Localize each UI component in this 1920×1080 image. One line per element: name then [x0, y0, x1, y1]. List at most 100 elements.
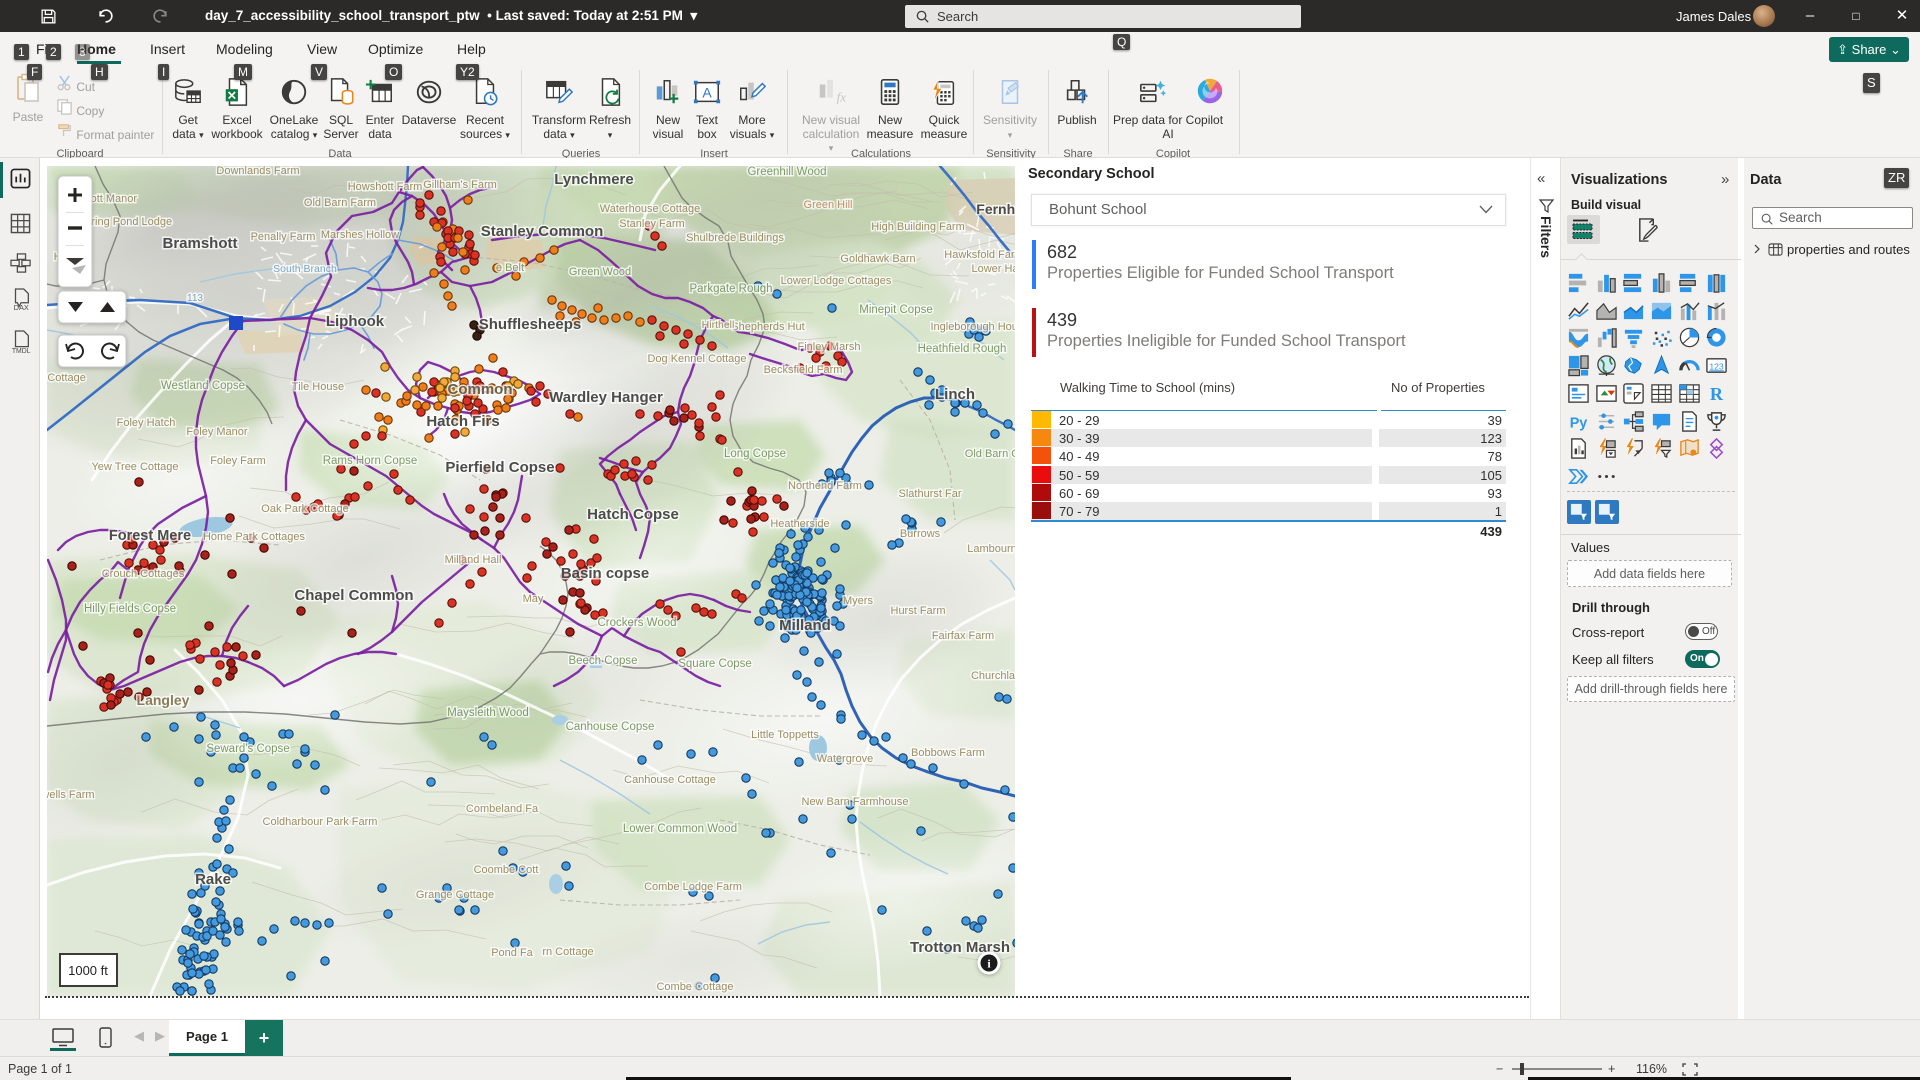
svg-text:Pierfield Copse: Pierfield Copse	[445, 459, 554, 476]
svg-text:Milland Hall: Milland Hall	[445, 554, 502, 566]
svg-text:fx: fx	[837, 89, 846, 104]
svg-text:Old Barn Farm: Old Barn Farm	[304, 197, 376, 209]
svg-text:New Barn Farmhouse: New Barn Farmhouse	[802, 796, 909, 808]
svg-text:Lower Common Wood: Lower Common Wood	[623, 823, 737, 835]
svg-text:Fairfax Farm: Fairfax Farm	[932, 630, 994, 642]
svg-text:Foley Hatch: Foley Hatch	[117, 417, 176, 429]
svg-text:wells Farm: wells Farm	[47, 789, 95, 801]
svg-text:Yew Tree Cottage: Yew Tree Cottage	[91, 461, 178, 473]
svg-text:Northend Farm: Northend Farm	[788, 480, 862, 492]
svg-text:Grange Cottage: Grange Cottage	[416, 889, 494, 901]
svg-text:Canhouse Cottage: Canhouse Cottage	[624, 774, 716, 786]
svg-text:123: 123	[1709, 361, 1724, 371]
svg-text:Stanley Farm: Stanley Farm	[619, 218, 684, 230]
svg-text:Crockers Wood: Crockers Wood	[597, 617, 676, 629]
svg-text:Canhouse Copse: Canhouse Copse	[566, 721, 655, 733]
svg-text:1000 ft: 1000 ft	[68, 963, 108, 978]
svg-text:Langley: Langley	[137, 692, 190, 708]
svg-text:Foley Farm: Foley Farm	[210, 455, 266, 467]
svg-text:Hawksfold Farm: Hawksfold Farm	[944, 249, 1015, 261]
svg-text:Common: Common	[448, 381, 513, 398]
svg-text:Py: Py	[1570, 415, 1588, 431]
svg-text:Coldharbour Park Farm: Coldharbour Park Farm	[263, 816, 378, 828]
svg-text:Parkgate Rough: Parkgate Rough	[689, 283, 772, 295]
svg-text:Hilly Fields Copse: Hilly Fields Copse	[84, 603, 176, 615]
svg-text:Wardley Hanger: Wardley Hanger	[549, 389, 663, 406]
svg-text:Hirthell: Hirthell	[702, 319, 735, 331]
svg-text:TMDL: TMDL	[12, 348, 31, 354]
svg-text:rn Cottage: rn Cottage	[542, 946, 593, 958]
svg-text:Combeland Fa: Combeland Fa	[466, 803, 539, 815]
svg-text:Pond Fa: Pond Fa	[491, 947, 533, 959]
svg-text:Hatch Firs: Hatch Firs	[426, 413, 499, 430]
svg-text:High Building Farm: High Building Farm	[871, 221, 965, 233]
svg-text:Long Copse: Long Copse	[724, 448, 786, 460]
svg-text:Liphook: Liphook	[326, 313, 385, 330]
svg-text:Square Copse: Square Copse	[678, 658, 752, 670]
svg-text:Ingleborough House: Ingleborough House	[930, 321, 1015, 333]
svg-text:South Branch: South Branch	[273, 263, 337, 275]
svg-text:Combe Lodge Farm: Combe Lodge Farm	[644, 881, 742, 893]
svg-text:Stanley Common: Stanley Common	[481, 223, 604, 240]
svg-text:Gillham's Farm: Gillham's Farm	[423, 179, 497, 191]
svg-text:Westland Copse: Westland Copse	[161, 380, 245, 392]
svg-text:Old Barn C: Old Barn C	[965, 448, 1015, 460]
svg-text:Green Hill: Green Hill	[804, 199, 853, 211]
svg-text:R: R	[1710, 384, 1724, 404]
svg-text:Tile House: Tile House	[292, 381, 344, 393]
svg-text:Coombe Cott: Coombe Cott	[474, 864, 539, 876]
svg-text:Penally Farm: Penally Farm	[251, 231, 316, 243]
svg-text:Waterhouse Cottage: Waterhouse Cottage	[600, 203, 700, 215]
svg-text:Shepherds Hut: Shepherds Hut	[731, 321, 804, 333]
svg-text:Linch: Linch	[935, 386, 975, 403]
svg-text:Little Toppetts: Little Toppetts	[751, 729, 819, 741]
svg-text:Rake: Rake	[195, 871, 231, 888]
svg-text:113: 113	[187, 293, 203, 304]
svg-text:Crouch Cottages: Crouch Cottages	[102, 568, 185, 580]
svg-text:Chapel Common: Chapel Common	[294, 587, 413, 604]
svg-text:Becksfield Farm: Becksfield Farm	[764, 364, 843, 376]
svg-text:Lambourn: Lambourn	[967, 543, 1015, 555]
svg-text:Maysleith Wood: Maysleith Wood	[447, 707, 529, 719]
svg-text:Shufflesheeps: Shufflesheeps	[479, 316, 582, 333]
svg-text:Bramshott: Bramshott	[162, 235, 237, 252]
svg-text:A: A	[702, 85, 712, 101]
svg-text:Basin copse: Basin copse	[561, 565, 649, 582]
svg-text:Bobbows Farm: Bobbows Farm	[911, 747, 985, 759]
svg-text:Rams Horn Copse: Rams Horn Copse	[323, 455, 418, 467]
svg-text:Shulbrede Buildings: Shulbrede Buildings	[686, 232, 784, 244]
svg-text:Oak Park Cottage: Oak Park Cottage	[261, 503, 348, 515]
svg-text:Dog Kennel Cottage: Dog Kennel Cottage	[647, 353, 746, 365]
svg-text:May: May	[523, 593, 544, 605]
svg-text:Combe Cottage: Combe Cottage	[656, 981, 733, 993]
svg-text:Heathfield Rough: Heathfield Rough	[918, 343, 1007, 355]
svg-text:Home Park Cottages: Home Park Cottages	[203, 531, 306, 543]
svg-text:Goldhawk Barn: Goldhawk Barn	[840, 253, 915, 265]
svg-text:Finley Marsh: Finley Marsh	[798, 341, 861, 353]
svg-text:Myers: Myers	[843, 595, 873, 607]
svg-text:Forest Mere: Forest Mere	[109, 528, 191, 544]
svg-text:Slathurst Far: Slathurst Far	[899, 488, 962, 500]
svg-text:Greenhill Wood: Greenhill Wood	[747, 166, 826, 178]
svg-text:Downlands Farm: Downlands Farm	[216, 166, 299, 177]
svg-text:Foley Manor: Foley Manor	[186, 426, 247, 438]
svg-text:Beech Copse: Beech Copse	[568, 655, 637, 667]
svg-text:Howshott Farm: Howshott Farm	[348, 181, 423, 193]
svg-text:Watergrove: Watergrove	[817, 753, 873, 765]
svg-text:Fernhu: Fernhu	[976, 201, 1015, 217]
svg-text:Hurst Farm: Hurst Farm	[891, 605, 946, 617]
svg-text:Churchla: Churchla	[971, 670, 1015, 682]
svg-text:e Belt: e Belt	[496, 262, 524, 274]
svg-text:n Cottage: n Cottage	[47, 372, 86, 384]
svg-text:Burrows: Burrows	[900, 528, 941, 540]
svg-text:Green Wood: Green Wood	[569, 266, 631, 278]
svg-text:Seward's Copse: Seward's Copse	[206, 743, 289, 755]
svg-text:DAX: DAX	[14, 303, 29, 312]
svg-text:Milland: Milland	[779, 617, 831, 634]
svg-text:Heatherside: Heatherside	[770, 518, 829, 530]
svg-text:Lynchmere: Lynchmere	[554, 171, 633, 188]
svg-text:Minepit Copse: Minepit Copse	[859, 304, 933, 316]
svg-text:Marshes Hollow: Marshes Hollow	[321, 229, 399, 241]
svg-text:Lower Lodge Cottages: Lower Lodge Cottages	[781, 275, 892, 287]
svg-text:Hatch Copse: Hatch Copse	[587, 506, 679, 523]
